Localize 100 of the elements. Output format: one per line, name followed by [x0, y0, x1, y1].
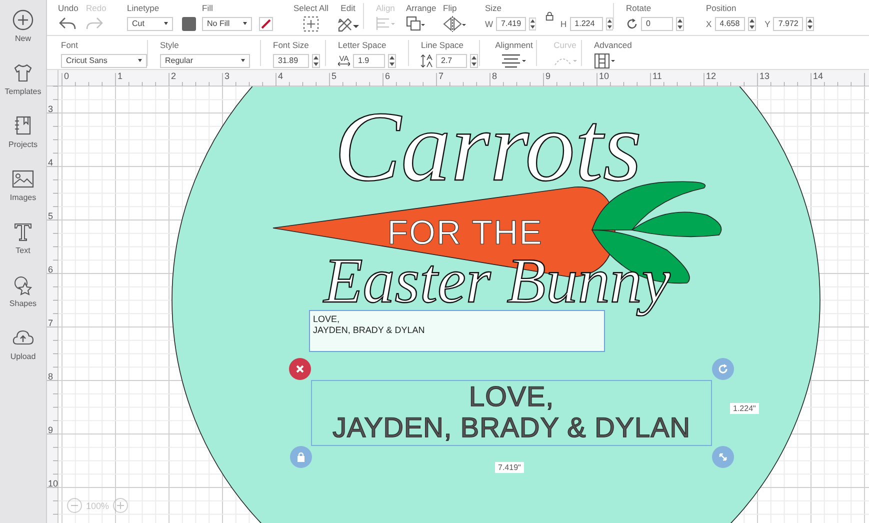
y-position-input[interactable]: 7.972 [773, 16, 804, 30]
arrange-icon [406, 16, 426, 31]
text-line: JAYDEN, BRADY & DYLAN [332, 412, 690, 443]
width-label: W [485, 18, 494, 28]
advanced-icon [594, 53, 616, 69]
ruler-number: 4 [278, 71, 284, 81]
text-line: LOVE, [469, 381, 554, 412]
minus-icon [71, 502, 78, 509]
stepper-icon[interactable] [676, 16, 684, 30]
lock-icon[interactable] [545, 10, 555, 20]
advanced-button[interactable]: Advanced [594, 40, 638, 69]
stepper-icon[interactable] [748, 16, 756, 30]
select-all-button[interactable]: Select All [289, 3, 333, 32]
ruler-number: 9 [546, 71, 551, 81]
edit-button[interactable]: Edit [333, 3, 363, 32]
ruler-number: 1 [118, 71, 123, 81]
ruler-number: 10 [599, 71, 610, 81]
caret-icon [243, 22, 247, 25]
letter-space-label: Letter Space [338, 40, 388, 50]
style-label: Style [160, 40, 180, 50]
ruler-number: 13 [760, 71, 770, 81]
resize-icon [718, 452, 728, 462]
text-input-field[interactable]: LOVE, JAYDEN, BRADY & DYLAN [309, 310, 605, 352]
new-button[interactable]: New [0, 7, 46, 60]
rotate-input[interactable]: 0 [641, 16, 673, 30]
selection-box[interactable]: LOVE, JAYDEN, BRADY & DYLAN [311, 380, 712, 446]
font-label: Font [61, 40, 80, 50]
sidebar-item[interactable]: Text [0, 219, 46, 272]
font-dropdown[interactable]: Cricut Sans [61, 54, 147, 68]
sidebar-item[interactable]: Projects [0, 113, 46, 166]
ruler-number: 14 [813, 71, 824, 81]
rotate-label: Rotate [626, 3, 652, 13]
ruler-number: 10 [48, 478, 58, 488]
stepper-icon[interactable] [529, 16, 536, 30]
y-label: Y [764, 18, 770, 28]
caret-icon [138, 59, 142, 62]
plus-icon [117, 502, 124, 509]
ruler-number: 2 [171, 71, 176, 81]
no-fill-icon[interactable] [259, 16, 273, 30]
sidebar-item[interactable]: Shapes [0, 272, 46, 325]
zoom-level: 100% [86, 500, 110, 510]
ruler-number: 9 [48, 425, 54, 435]
style-dropdown[interactable]: Regular [160, 54, 250, 68]
flip-icon [443, 16, 467, 32]
height-label: H [560, 18, 567, 28]
alignment-icon [501, 53, 527, 69]
ruler-number: 6 [48, 264, 54, 274]
ruler-number: 4 [48, 158, 54, 168]
height-input[interactable]: 1.224 [570, 16, 603, 30]
caret-icon [241, 59, 245, 62]
script-text: Carrots [334, 91, 642, 202]
undo-button[interactable]: Undo [58, 3, 86, 30]
ruler-number: 5 [48, 211, 54, 221]
redo-icon [86, 16, 104, 30]
linetype-label: Linetype [127, 3, 160, 13]
flip-button[interactable]: Flip [443, 3, 485, 32]
sidebar-item[interactable]: Templates [0, 60, 46, 113]
caret-icon [164, 22, 168, 25]
line-space-icon [421, 54, 433, 68]
banner-text: FOR THE [387, 214, 543, 252]
ruler-number: 11 [652, 71, 662, 81]
close-icon [295, 364, 305, 374]
line-space-label: Line Space [421, 40, 465, 50]
line-space-input[interactable]: 2.7 [436, 54, 467, 68]
x-label: X [706, 18, 712, 28]
font-size-input[interactable]: 31.89 [273, 54, 309, 68]
double-arrow-icon [338, 62, 350, 66]
fill-dropdown[interactable]: No Fill [202, 16, 252, 30]
select-icon [303, 16, 319, 32]
ruler-number: 12 [706, 71, 716, 81]
lock-icon [296, 452, 306, 462]
stepper-icon[interactable] [606, 16, 613, 30]
ruler-number: 0 [64, 71, 70, 81]
letter-space-input[interactable]: 1.9 [353, 54, 385, 68]
stepper-icon[interactable] [312, 54, 320, 68]
text-t-icon [12, 221, 34, 243]
stepper-icon[interactable] [470, 54, 478, 68]
undo-icon [58, 16, 76, 30]
ruler-number: 7 [438, 71, 444, 81]
arrange-button[interactable]: Arrange [406, 3, 443, 31]
size-label: Size [485, 3, 503, 13]
x-position-input[interactable]: 4.658 [714, 16, 745, 30]
rotate-icon [718, 364, 728, 374]
stepper-icon[interactable] [388, 54, 396, 68]
alignment-button[interactable]: Alignment [492, 40, 536, 69]
width-input[interactable]: 7.419 [496, 16, 526, 30]
ruler-number: 6 [385, 71, 390, 81]
linetype-dropdown[interactable]: Cut [127, 16, 173, 30]
color-swatch[interactable] [182, 16, 196, 30]
stepper-icon[interactable] [806, 16, 814, 30]
sidebar-item[interactable]: Images [0, 166, 46, 219]
add-icon [12, 9, 34, 31]
rotate-icon [626, 18, 638, 30]
ruler-number: 5 [332, 71, 337, 81]
ruler-number: 7 [48, 318, 54, 328]
font-size-label: Font Size [273, 40, 310, 50]
ruler-number: 8 [492, 71, 498, 81]
shirt-icon [12, 62, 34, 84]
sidebar-item[interactable]: Upload [0, 325, 46, 378]
shapes-icon [12, 274, 34, 296]
